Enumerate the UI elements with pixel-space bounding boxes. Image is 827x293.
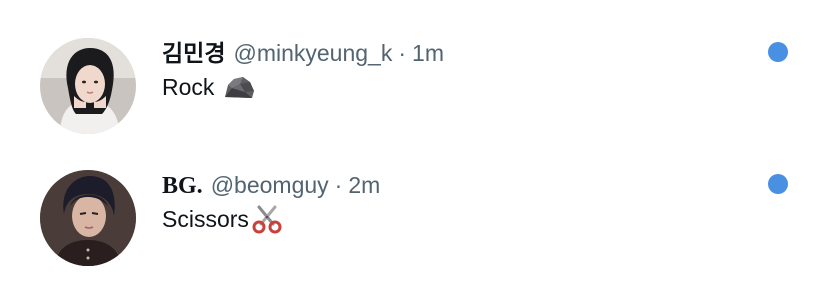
user-handle[interactable]: @beomguy <box>211 170 329 200</box>
list-item[interactable]: 김민경 @minkyeung_k · 1m Rock <box>0 18 827 150</box>
separator-dot: · <box>334 172 343 198</box>
user-handle[interactable]: @minkyeung_k <box>233 38 392 68</box>
tweet-header: 김민경 @minkyeung_k · 1m <box>162 38 444 68</box>
display-name[interactable]: 김민경 <box>162 38 225 68</box>
message-body: Scissors <box>162 204 283 234</box>
avatar-image <box>40 38 136 134</box>
avatar[interactable] <box>40 170 136 266</box>
tweet-header: BG. @beomguy · 2m <box>162 170 380 201</box>
avatar-image <box>40 170 136 266</box>
unread-indicator[interactable] <box>768 42 788 62</box>
list-item[interactable]: BG. @beomguy · 2m Scissors <box>0 150 827 282</box>
separator-dot: · <box>398 40 407 66</box>
scissors-icon <box>251 204 283 234</box>
unread-indicator[interactable] <box>768 174 788 194</box>
message-text: Scissors <box>162 206 249 232</box>
message-text: Rock <box>162 74 215 100</box>
message-body: Rock <box>162 72 256 102</box>
rock-icon <box>222 73 256 101</box>
message-feed: 김민경 @minkyeung_k · 1m Rock BG. @beomguy … <box>0 0 827 293</box>
avatar[interactable] <box>40 38 136 134</box>
timestamp[interactable]: 1m <box>412 38 444 68</box>
display-name[interactable]: BG. <box>162 171 203 201</box>
timestamp[interactable]: 2m <box>348 170 380 200</box>
